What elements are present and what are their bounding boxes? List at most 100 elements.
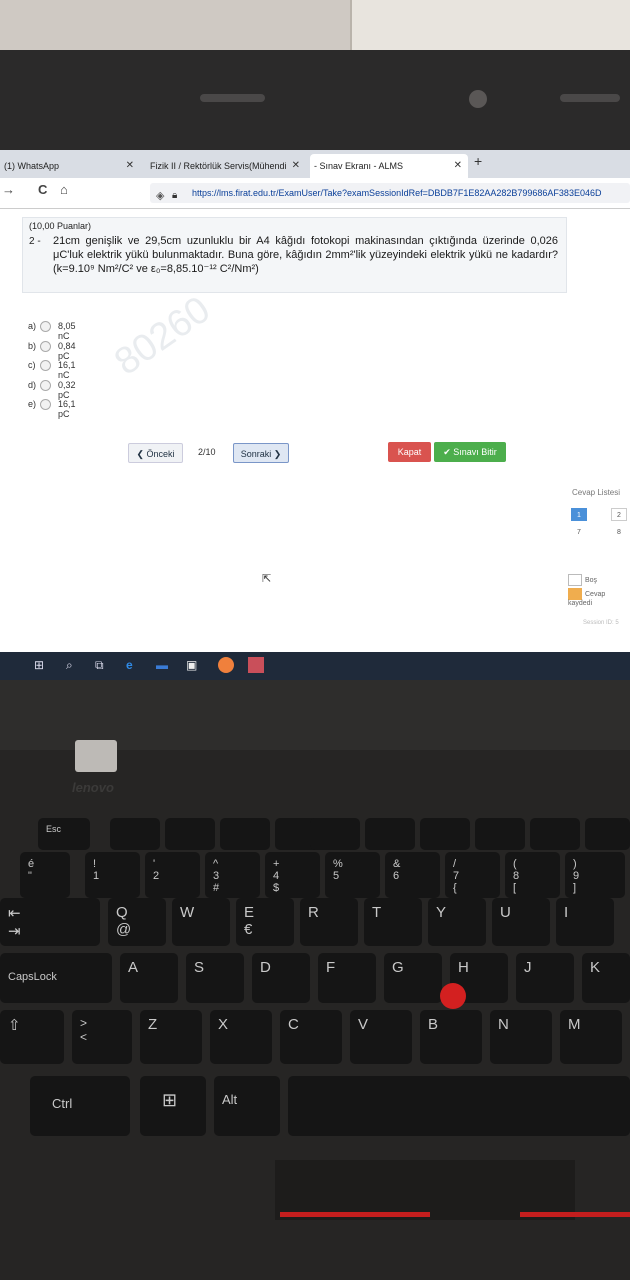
key-q[interactable]: Q @ bbox=[108, 898, 166, 946]
key-5[interactable]: % 5 bbox=[325, 852, 380, 898]
radio-button[interactable] bbox=[40, 399, 51, 410]
trackpoint[interactable] bbox=[440, 983, 466, 1009]
key-g[interactable]: G bbox=[384, 953, 442, 1003]
radio-button[interactable] bbox=[40, 340, 51, 352]
url-field[interactable]: ◈ 🔒︎ https://lms.firat.edu.tr/ExamUser/T… bbox=[150, 183, 630, 203]
search-icon[interactable]: ⌕ bbox=[66, 658, 73, 673]
saved-box-icon bbox=[568, 588, 582, 600]
mail-icon[interactable]: ▬ bbox=[156, 658, 168, 672]
lock-icon: 🔒︎ bbox=[172, 190, 178, 201]
key-s[interactable]: S bbox=[186, 953, 244, 1003]
key-v[interactable]: V bbox=[350, 1010, 412, 1064]
key-e[interactable]: E € bbox=[236, 898, 294, 946]
key-x[interactable]: X bbox=[210, 1010, 272, 1064]
tab-fizik[interactable]: Fizik II / Rektörlük Servis(Mühendi ✕ bbox=[146, 154, 306, 178]
answer-value: 16,1 pC bbox=[58, 399, 76, 419]
task-view-icon[interactable]: ⧉ bbox=[95, 658, 104, 673]
key-6[interactable]: & 6 bbox=[385, 852, 440, 898]
new-tab-button[interactable]: + bbox=[474, 153, 482, 169]
tab-close-icon[interactable]: ✕ bbox=[126, 154, 134, 178]
finish-exam-button[interactable]: ✔ Sınavı Bitir bbox=[434, 442, 506, 462]
f3-key[interactable] bbox=[220, 818, 270, 850]
key-y[interactable]: Y bbox=[428, 898, 486, 946]
f1-key[interactable] bbox=[110, 818, 160, 850]
edge-icon[interactable]: e bbox=[126, 658, 133, 672]
tab-label: (1) WhatsApp bbox=[4, 161, 60, 171]
f7-key[interactable] bbox=[420, 818, 470, 850]
forward-icon[interactable]: → bbox=[2, 182, 15, 197]
radio-button[interactable] bbox=[40, 360, 51, 371]
capslock-key[interactable]: CapsLock bbox=[0, 953, 112, 1003]
ctrl-key[interactable]: Ctrl bbox=[30, 1076, 130, 1136]
key-w[interactable]: W bbox=[172, 898, 230, 946]
key-k[interactable]: K bbox=[582, 953, 630, 1003]
key-7[interactable]: / 7 { bbox=[445, 852, 500, 898]
key-m[interactable]: M bbox=[560, 1010, 622, 1064]
close-button[interactable]: Kapat bbox=[388, 442, 431, 462]
address-bar: → C ⌂ ◈ 🔒︎ https://lms.firat.edu.tr/Exam… bbox=[0, 178, 630, 209]
key-t[interactable]: T bbox=[364, 898, 422, 946]
f6-key[interactable] bbox=[365, 818, 415, 850]
browser-tab-bar: (1) WhatsApp ✕ Fizik II / Rektörlük Serv… bbox=[0, 150, 630, 178]
esc-key[interactable]: Esc bbox=[38, 818, 90, 850]
tab-label: Fizik II / Rektörlük Servis(Mühendi bbox=[150, 161, 287, 171]
home-icon[interactable]: ⌂ bbox=[60, 182, 68, 197]
key-z[interactable]: Z bbox=[140, 1010, 202, 1064]
f5-key[interactable] bbox=[310, 818, 360, 850]
tab-close-icon[interactable]: ✕ bbox=[454, 154, 462, 178]
key-3[interactable]: ^ 3 # bbox=[205, 852, 260, 898]
app-icon[interactable] bbox=[248, 657, 264, 673]
key-u[interactable]: U bbox=[492, 898, 550, 946]
empty-box-icon bbox=[568, 574, 582, 586]
alt-key[interactable]: Alt bbox=[214, 1076, 280, 1136]
radio-button[interactable] bbox=[40, 321, 51, 332]
radio-button[interactable] bbox=[40, 379, 51, 391]
key-r[interactable]: R bbox=[300, 898, 358, 946]
tab-whatsapp[interactable]: (1) WhatsApp ✕ bbox=[0, 154, 140, 178]
key-2[interactable]: ' 2 bbox=[145, 852, 200, 898]
key-less[interactable]: > < bbox=[72, 1010, 132, 1064]
tab-label: - Sınav Ekranı - ALMS bbox=[314, 161, 404, 171]
store-icon[interactable]: ▣ bbox=[186, 658, 197, 672]
question-cell[interactable]: 7 bbox=[571, 526, 587, 539]
firefox-icon[interactable] bbox=[218, 657, 234, 673]
webcam bbox=[469, 90, 487, 108]
question-cell[interactable]: 8 bbox=[611, 526, 627, 539]
tab-exam[interactable]: - Sınav Ekranı - ALMS ✕ bbox=[310, 154, 468, 178]
f10-key[interactable] bbox=[585, 818, 630, 850]
key-4[interactable]: + 4 $ bbox=[265, 852, 320, 898]
tab-close-icon[interactable]: ✕ bbox=[292, 154, 300, 178]
next-button[interactable]: Sonraki ❯ bbox=[233, 443, 289, 463]
f9-key[interactable] bbox=[530, 818, 580, 850]
windows-start-icon[interactable]: ⊞ bbox=[34, 658, 44, 672]
shield-icon: ◈ bbox=[156, 190, 165, 202]
key-9[interactable]: ) 9 ] bbox=[565, 852, 625, 898]
question-cell[interactable]: 1 bbox=[571, 508, 587, 521]
key-b[interactable]: B bbox=[420, 1010, 482, 1064]
key-quote[interactable]: é " bbox=[20, 852, 70, 898]
windows-key-icon[interactable]: ⊞ bbox=[140, 1076, 206, 1136]
key-j[interactable]: J bbox=[516, 953, 574, 1003]
f8-key[interactable] bbox=[475, 818, 525, 850]
key-n[interactable]: N bbox=[490, 1010, 552, 1064]
tab-key[interactable]: ⇤ ⇥ bbox=[0, 898, 100, 946]
question-points: (10,00 Puanlar) bbox=[29, 221, 92, 231]
shift-key[interactable]: ⇧ bbox=[0, 1010, 64, 1064]
answer-value: 16,1 nC bbox=[58, 360, 76, 380]
key-1[interactable]: ! 1 bbox=[85, 852, 140, 898]
answer-value: 0,32 pC bbox=[58, 379, 76, 400]
spacebar[interactable] bbox=[288, 1076, 630, 1136]
previous-button[interactable]: ❮ Önceki bbox=[128, 443, 183, 463]
f2-key[interactable] bbox=[165, 818, 215, 850]
lenovo-logo: lenovo bbox=[72, 780, 114, 795]
key-8[interactable]: ( 8 [ bbox=[505, 852, 560, 898]
touchpad[interactable] bbox=[275, 1160, 575, 1220]
lid-sensor bbox=[200, 94, 265, 102]
question-cell[interactable]: 2 bbox=[611, 508, 627, 521]
key-c[interactable]: C bbox=[280, 1010, 342, 1064]
key-i[interactable]: I bbox=[556, 898, 614, 946]
reload-icon[interactable]: C bbox=[38, 182, 47, 197]
key-a[interactable]: A bbox=[120, 953, 178, 1003]
key-d[interactable]: D bbox=[252, 953, 310, 1003]
key-f[interactable]: F bbox=[318, 953, 376, 1003]
